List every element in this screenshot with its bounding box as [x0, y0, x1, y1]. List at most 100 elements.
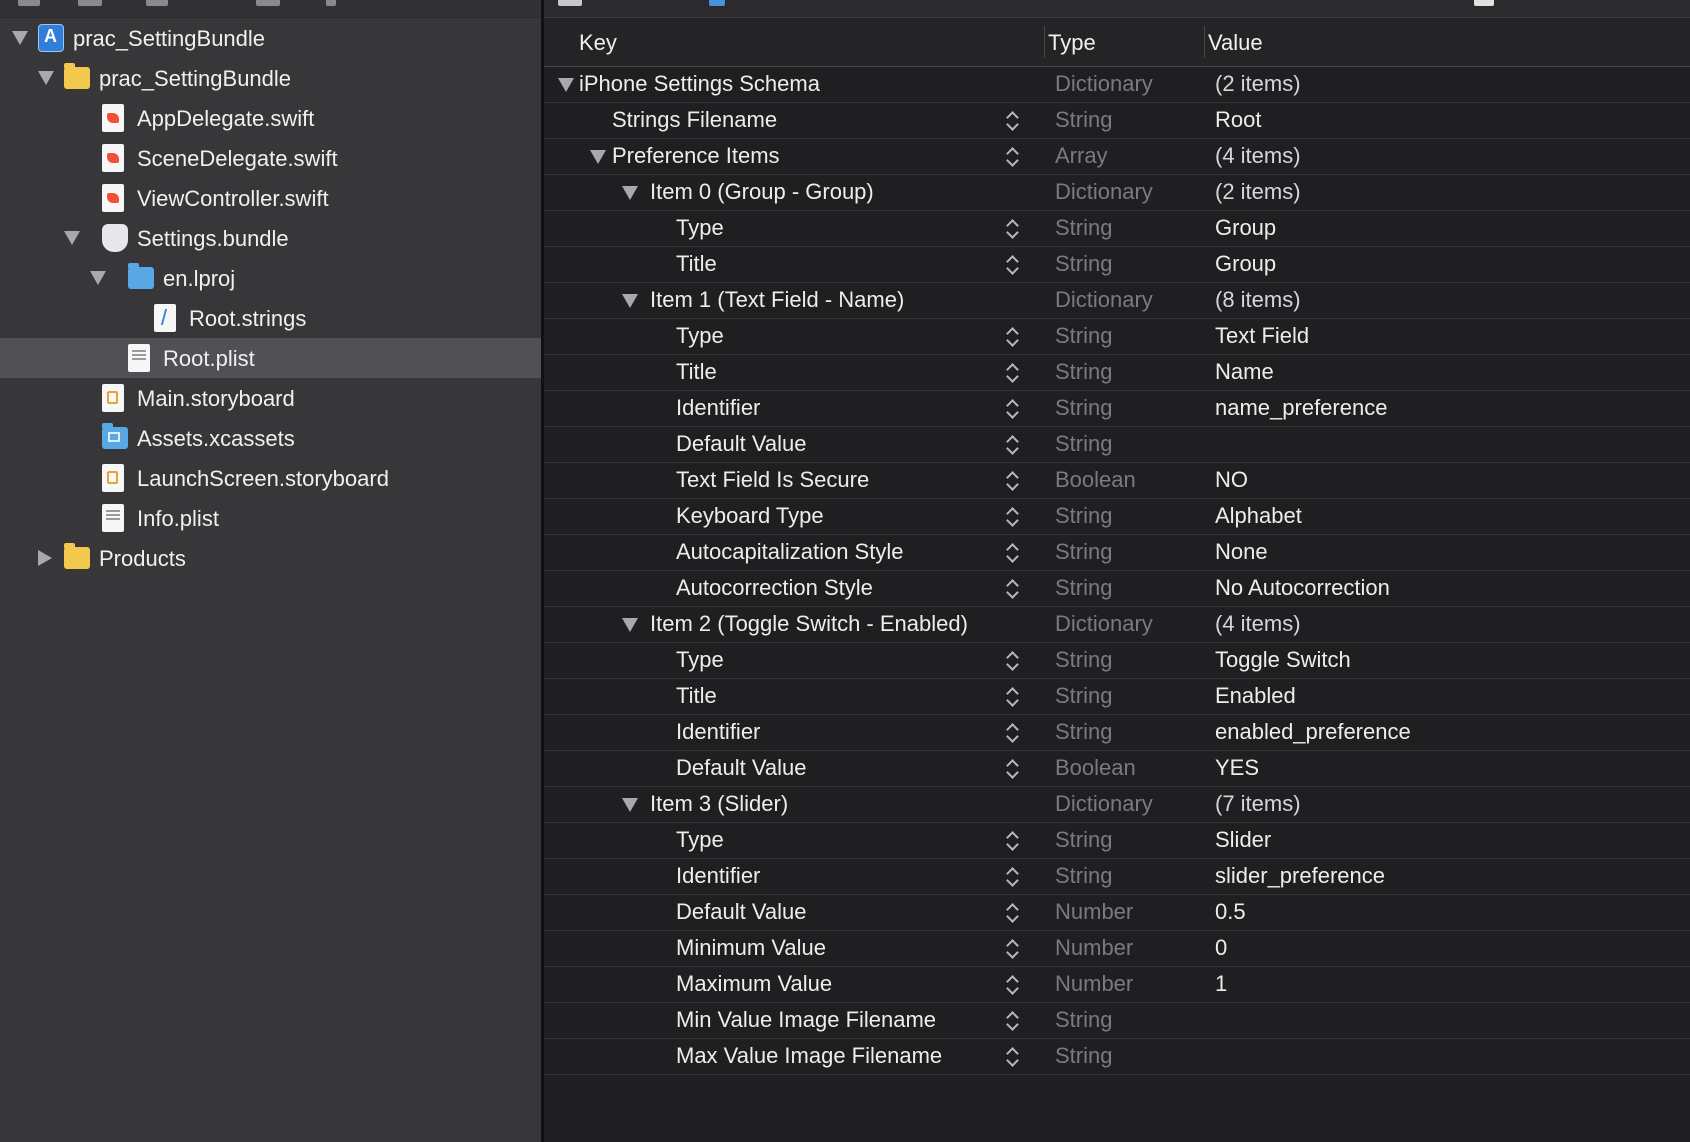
- plist-row[interactable]: Item 1 (Text Field - Name) Dictionary (8 i…: [544, 283, 1690, 319]
- plist-type[interactable]: Boolean: [1055, 467, 1136, 493]
- plist-type[interactable]: String: [1055, 1043, 1112, 1069]
- plist-row[interactable]: Autocorrection Style String No Autocorrect…: [544, 571, 1690, 607]
- plist-row[interactable]: Item 0 (Group - Group) Dictionary (2 items…: [544, 175, 1690, 211]
- plist-value[interactable]: Name: [1215, 359, 1274, 385]
- plist-value[interactable]: Slider: [1215, 827, 1271, 853]
- plist-row[interactable]: Title String Group: [544, 247, 1690, 283]
- plist-key[interactable]: Text Field Is Secure: [676, 467, 869, 493]
- plist-value[interactable]: Toggle Switch: [1215, 647, 1351, 673]
- plist-value[interactable]: (4 items): [1215, 611, 1301, 637]
- key-stepper-icon[interactable]: [1006, 937, 1020, 961]
- plist-key[interactable]: Keyboard Type: [676, 503, 824, 529]
- plist-key[interactable]: Default Value: [676, 431, 806, 457]
- key-stepper-icon[interactable]: [1006, 325, 1020, 349]
- navigator-item[interactable]: prac_SettingBundle: [0, 18, 541, 58]
- plist-key[interactable]: Autocorrection Style: [676, 575, 873, 601]
- type-column-header[interactable]: Type: [1048, 30, 1096, 56]
- disclosure-open-icon[interactable]: [622, 618, 638, 632]
- navigator-item[interactable]: Main.storyboard: [0, 378, 541, 418]
- breadcrumb-project-icon[interactable]: [709, 0, 725, 6]
- disclosure-closed-icon[interactable]: [38, 550, 52, 566]
- plist-row[interactable]: Min Value Image Filename String: [544, 1003, 1690, 1039]
- plist-value[interactable]: slider_preference: [1215, 863, 1385, 889]
- related-items-icon[interactable]: [558, 0, 582, 6]
- toolbar-glyph-icon[interactable]: [78, 0, 102, 6]
- plist-row[interactable]: Item 2 (Toggle Switch - Enabled) Dictiona…: [544, 607, 1690, 643]
- plist-key[interactable]: Item 0 (Group - Group): [650, 179, 874, 205]
- plist-value[interactable]: NO: [1215, 467, 1248, 493]
- plist-row[interactable]: Text Field Is Secure Boolean NO: [544, 463, 1690, 499]
- plist-key[interactable]: Title: [676, 251, 717, 277]
- disclosure-open-icon[interactable]: [38, 71, 54, 85]
- key-stepper-icon[interactable]: [1006, 469, 1020, 493]
- plist-type[interactable]: Array: [1055, 143, 1108, 169]
- plist-row[interactable]: Type String Slider: [544, 823, 1690, 859]
- navigator-item[interactable]: LaunchScreen.storyboard: [0, 458, 541, 498]
- plist-value[interactable]: None: [1215, 539, 1268, 565]
- toolbar-glyph-icon[interactable]: [18, 0, 40, 6]
- plist-type[interactable]: String: [1055, 827, 1112, 853]
- plist-row[interactable]: Strings Filename String Root: [544, 103, 1690, 139]
- key-stepper-icon[interactable]: [1006, 721, 1020, 745]
- plist-value[interactable]: (8 items): [1215, 287, 1301, 313]
- plist-value[interactable]: Group: [1215, 215, 1276, 241]
- key-stepper-icon[interactable]: [1006, 109, 1020, 133]
- disclosure-open-icon[interactable]: [590, 150, 606, 164]
- plist-row[interactable]: Identifier String name_preference: [544, 391, 1690, 427]
- key-stepper-icon[interactable]: [1006, 865, 1020, 889]
- key-stepper-icon[interactable]: [1006, 361, 1020, 385]
- plist-type[interactable]: String: [1055, 863, 1112, 889]
- plist-key[interactable]: Preference Items: [612, 143, 780, 169]
- plist-key[interactable]: Title: [676, 683, 717, 709]
- plist-row[interactable]: Title String Name: [544, 355, 1690, 391]
- plist-value[interactable]: 1: [1215, 971, 1227, 997]
- navigator-item[interactable]: prac_SettingBundle: [0, 58, 541, 98]
- key-stepper-icon[interactable]: [1006, 541, 1020, 565]
- toolbar-glyph-icon[interactable]: [326, 0, 336, 6]
- plist-row[interactable]: iPhone Settings Schema Dictionary (2 items…: [544, 67, 1690, 103]
- plist-type[interactable]: String: [1055, 539, 1112, 565]
- plist-value[interactable]: (7 items): [1215, 791, 1301, 817]
- key-stepper-icon[interactable]: [1006, 649, 1020, 673]
- key-stepper-icon[interactable]: [1006, 901, 1020, 925]
- navigator-item[interactable]: Info.plist: [0, 498, 541, 538]
- plist-row[interactable]: Type String Toggle Switch: [544, 643, 1690, 679]
- plist-row[interactable]: Item 3 (Slider) Dictionary (7 items): [544, 787, 1690, 823]
- plist-type[interactable]: String: [1055, 359, 1112, 385]
- plist-type[interactable]: String: [1055, 431, 1112, 457]
- plist-type[interactable]: Number: [1055, 935, 1133, 961]
- plist-key[interactable]: Maximum Value: [676, 971, 832, 997]
- plist-row[interactable]: Default Value Boolean YES: [544, 751, 1690, 787]
- plist-row[interactable]: Type String Text Field: [544, 319, 1690, 355]
- plist-type[interactable]: Number: [1055, 971, 1133, 997]
- plist-value[interactable]: 0: [1215, 935, 1227, 961]
- plist-type[interactable]: String: [1055, 323, 1112, 349]
- plist-key[interactable]: Default Value: [676, 755, 806, 781]
- disclosure-open-icon[interactable]: [622, 798, 638, 812]
- plist-type[interactable]: String: [1055, 647, 1112, 673]
- plist-row[interactable]: Type String Group: [544, 211, 1690, 247]
- key-stepper-icon[interactable]: [1006, 973, 1020, 997]
- plist-key[interactable]: Strings Filename: [612, 107, 777, 133]
- plist-type[interactable]: String: [1055, 503, 1112, 529]
- plist-key[interactable]: Identifier: [676, 395, 760, 421]
- plist-value[interactable]: (2 items): [1215, 179, 1301, 205]
- plist-value[interactable]: name_preference: [1215, 395, 1387, 421]
- navigator-item[interactable]: Root.strings: [0, 298, 541, 338]
- plist-type[interactable]: String: [1055, 251, 1112, 277]
- plist-key[interactable]: Default Value: [676, 899, 806, 925]
- plist-type[interactable]: String: [1055, 395, 1112, 421]
- plist-value[interactable]: Group: [1215, 251, 1276, 277]
- key-stepper-icon[interactable]: [1006, 217, 1020, 241]
- navigator-item[interactable]: Products: [0, 538, 541, 578]
- plist-key[interactable]: Type: [676, 827, 724, 853]
- plist-type[interactable]: String: [1055, 215, 1112, 241]
- plist-row[interactable]: Max Value Image Filename String: [544, 1039, 1690, 1075]
- key-stepper-icon[interactable]: [1006, 505, 1020, 529]
- plist-value[interactable]: (2 items): [1215, 71, 1301, 97]
- plist-type[interactable]: String: [1055, 107, 1112, 133]
- plist-type[interactable]: Number: [1055, 899, 1133, 925]
- plist-key[interactable]: Max Value Image Filename: [676, 1043, 942, 1069]
- plist-type[interactable]: Dictionary: [1055, 287, 1153, 313]
- disclosure-open-icon[interactable]: [64, 231, 80, 245]
